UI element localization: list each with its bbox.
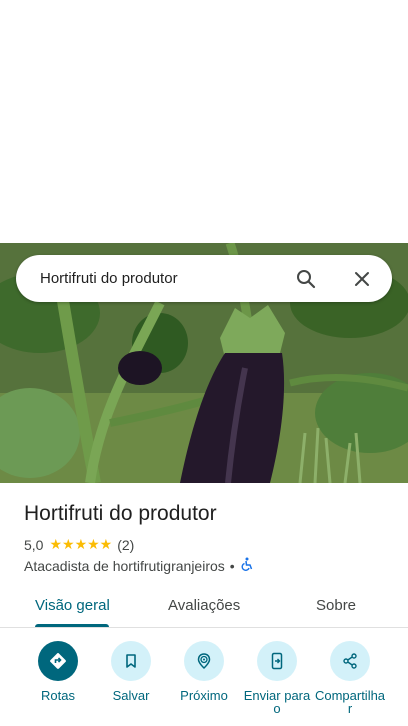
search-icon[interactable]: [294, 267, 318, 291]
send-to-phone-icon: [257, 641, 297, 681]
nearby-icon: [184, 641, 224, 681]
share-button[interactable]: Compartilha r: [312, 641, 388, 715]
directions-button[interactable]: Rotas: [20, 641, 96, 702]
tab-reviews[interactable]: Avaliações: [168, 597, 240, 614]
rating-stars: ★★★★★: [49, 536, 113, 552]
send-to-phone-button[interactable]: Enviar para o: [239, 641, 315, 715]
active-tab-indicator: [35, 624, 109, 627]
separator-dot: •: [229, 557, 235, 574]
share-label: Compartilha r: [314, 688, 386, 716]
bookmark-icon: [111, 641, 151, 681]
action-buttons: Rotas Salvar Próximo Enviar para o Compa…: [0, 641, 408, 726]
place-category: Atacadista de hortifrutigranjeiros: [24, 557, 225, 574]
review-count: (2): [117, 536, 135, 553]
directions-label: Rotas: [41, 688, 75, 703]
directions-icon: [38, 641, 78, 681]
rating-value: 5,0: [24, 536, 44, 553]
save-label: Salvar: [112, 688, 150, 703]
tab-about[interactable]: Sobre: [316, 597, 356, 614]
nearby-button[interactable]: Próximo: [166, 641, 242, 702]
rating-row[interactable]: 5,0 ★★★★★ (2): [24, 536, 134, 553]
tab-overview[interactable]: Visão geral: [35, 597, 110, 614]
search-input[interactable]: Hortifruti do produtor: [40, 270, 294, 287]
category-row: Atacadista de hortifrutigranjeiros •: [24, 557, 254, 574]
place-title: Hortifruti do produtor: [24, 502, 217, 525]
close-icon[interactable]: [350, 267, 374, 291]
save-button[interactable]: Salvar: [93, 641, 169, 702]
send-to-phone-label: Enviar para o: [243, 688, 311, 716]
wheelchair-icon: [240, 557, 254, 574]
tab-bar: Visão geral Avaliações Sobre: [0, 589, 408, 628]
search-bar[interactable]: Hortifruti do produtor: [16, 255, 392, 302]
nearby-label: Próximo: [180, 688, 228, 703]
share-icon: [330, 641, 370, 681]
place-info-panel: Hortifruti do produtor 5,0 ★★★★★ (2) Ata…: [0, 483, 408, 726]
